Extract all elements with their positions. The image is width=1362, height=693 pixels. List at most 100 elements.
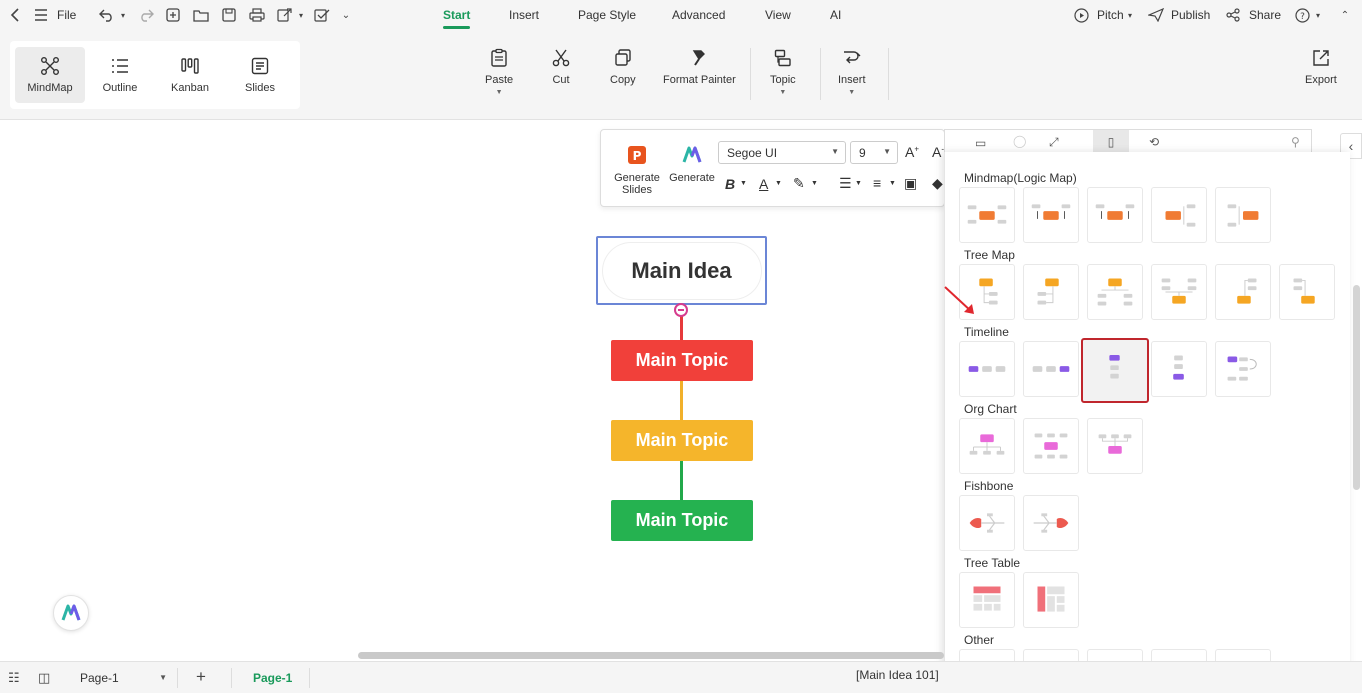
layout-tile[interactable] <box>1151 264 1207 320</box>
layout-tool-icon[interactable]: ▭ <box>975 136 986 150</box>
pin-icon[interactable]: ⚲ <box>1291 135 1300 149</box>
insert-button[interactable]: Insert ▼ <box>838 48 866 96</box>
view-kanban-button[interactable]: Kanban <box>155 47 225 103</box>
ai-assistant-button[interactable] <box>53 595 89 631</box>
layout-tile[interactable] <box>959 341 1015 397</box>
main-topic-node[interactable]: Main Topic <box>611 340 753 381</box>
publish-button[interactable]: Publish <box>1171 8 1210 22</box>
layout-tile[interactable] <box>1087 264 1143 320</box>
page-select[interactable]: Page-1 ▼ <box>70 668 175 688</box>
format-painter-button[interactable]: Format Painter <box>663 48 736 86</box>
layout-tile[interactable] <box>1023 495 1079 551</box>
highlight-dropdown-icon[interactable]: ▼ <box>811 180 818 187</box>
numbering-icon[interactable]: ☰ <box>839 175 852 192</box>
generate-button[interactable]: Generate <box>667 144 717 184</box>
bold-dropdown-icon[interactable]: ▼ <box>740 180 747 187</box>
paste-dropdown-icon[interactable]: ▼ <box>496 89 503 96</box>
export-dropdown-icon[interactable]: ▾ <box>292 6 310 24</box>
view-mindmap-button[interactable]: MindMap <box>15 47 85 103</box>
share-icon[interactable] <box>1224 6 1242 24</box>
bold-icon[interactable]: B <box>725 176 735 192</box>
settings-icon[interactable]: ☷ <box>8 670 20 686</box>
layout-tile[interactable] <box>959 495 1015 551</box>
layout-tile[interactable] <box>1023 264 1079 320</box>
page-tab-active[interactable]: Page-1 <box>253 671 292 685</box>
layout-tile[interactable] <box>1087 187 1143 243</box>
insert-dropdown-icon[interactable]: ▼ <box>848 89 855 96</box>
tab-advanced[interactable]: Advanced <box>672 8 725 22</box>
vertical-scrollbar[interactable] <box>1353 285 1360 490</box>
main-idea-node[interactable]: Main Idea <box>596 236 767 305</box>
align-icon[interactable]: ≡ <box>873 175 881 191</box>
main-topic-node[interactable]: Main Topic <box>611 420 753 461</box>
layout-tile[interactable] <box>1023 341 1079 397</box>
layout-tile[interactable] <box>1023 418 1079 474</box>
font-color-dropdown-icon[interactable]: ▼ <box>775 180 782 187</box>
cut-button[interactable]: Cut <box>551 48 571 86</box>
layout-tile[interactable] <box>1279 264 1335 320</box>
layout-tile[interactable] <box>1215 264 1271 320</box>
tab-start[interactable]: Start <box>443 8 471 29</box>
layout-tile[interactable] <box>1215 341 1271 397</box>
tab-ai[interactable]: AI <box>830 8 841 22</box>
layout-tile[interactable] <box>1151 187 1207 243</box>
highlight-icon[interactable]: ✎ <box>793 175 805 192</box>
generate-slides-button[interactable]: P Generate Slides <box>612 144 662 196</box>
layout-tile[interactable] <box>1151 341 1207 397</box>
branch-tool-icon[interactable]: ▯ <box>1093 130 1129 153</box>
layout-tile[interactable] <box>1023 187 1079 243</box>
font-family-select[interactable]: Segoe UI ▼ <box>718 141 846 164</box>
copy-button[interactable]: Copy <box>610 48 636 86</box>
publish-icon[interactable] <box>1147 6 1165 24</box>
tab-page-style[interactable]: Page Style <box>578 8 636 22</box>
pitch-dropdown-icon[interactable]: ▾ <box>1121 6 1139 24</box>
numbering-dropdown-icon[interactable]: ▼ <box>855 180 862 187</box>
layout-tile[interactable] <box>1023 572 1079 628</box>
print-icon[interactable] <box>248 6 266 24</box>
main-topic-node[interactable]: Main Topic <box>611 500 753 541</box>
text-box-icon[interactable]: ▣ <box>904 175 917 192</box>
tab-insert[interactable]: Insert <box>509 8 539 22</box>
new-icon[interactable] <box>164 6 182 24</box>
font-size-select[interactable]: 9 ▼ <box>850 141 898 164</box>
hamburger-menu-icon[interactable] <box>32 6 50 24</box>
topic-button[interactable]: Topic ▼ <box>770 48 796 96</box>
share-button[interactable]: Share <box>1249 8 1281 22</box>
open-folder-icon[interactable] <box>192 6 210 24</box>
theme-tool-icon[interactable]: ◯ <box>1013 134 1026 148</box>
pitch-icon[interactable] <box>1072 6 1090 24</box>
back-icon[interactable] <box>6 6 24 24</box>
align-dropdown-icon[interactable]: ▼ <box>889 180 896 187</box>
view-slides-button[interactable]: Slides <box>225 47 295 103</box>
horizontal-scrollbar[interactable] <box>358 652 944 659</box>
layout-tile[interactable] <box>959 187 1015 243</box>
increase-font-icon[interactable]: A+ <box>905 144 919 160</box>
collapse-ribbon-icon[interactable]: ⌃ <box>1336 6 1354 24</box>
page-view-icon[interactable]: ◫ <box>38 670 50 686</box>
add-page-icon[interactable]: + <box>196 667 206 687</box>
topic-dropdown-icon[interactable]: ▼ <box>779 89 786 96</box>
clear-format-icon[interactable]: ◆ <box>932 175 943 192</box>
export-button[interactable]: Export <box>1305 48 1337 86</box>
decrease-font-icon[interactable]: A- <box>932 144 944 160</box>
layout-tile[interactable] <box>1087 418 1143 474</box>
layout-tile-selected[interactable] <box>1081 338 1149 403</box>
pitch-button[interactable]: Pitch <box>1097 8 1124 22</box>
style-tool-icon[interactable]: ⟲ <box>1149 135 1159 149</box>
tab-view[interactable]: View <box>765 8 791 22</box>
file-menu[interactable]: File <box>57 8 76 22</box>
checklist-icon[interactable] <box>313 6 331 24</box>
undo-dropdown-icon[interactable]: ▾ <box>114 6 132 24</box>
more-dropdown-icon[interactable]: ⌄ <box>337 6 355 24</box>
redo-icon[interactable] <box>137 6 155 24</box>
layout-tile[interactable] <box>959 418 1015 474</box>
view-outline-button[interactable]: Outline <box>85 47 155 103</box>
connector-tool-icon[interactable]: ⤢ <box>1049 135 1059 150</box>
layout-tile[interactable] <box>959 572 1015 628</box>
layout-tile[interactable] <box>1215 187 1271 243</box>
save-icon[interactable] <box>220 6 238 24</box>
font-color-icon[interactable]: A <box>759 176 768 192</box>
collapse-toggle-icon[interactable] <box>674 303 688 317</box>
paste-button[interactable]: Paste ▼ <box>485 48 513 96</box>
help-dropdown-icon[interactable]: ▾ <box>1309 6 1327 24</box>
